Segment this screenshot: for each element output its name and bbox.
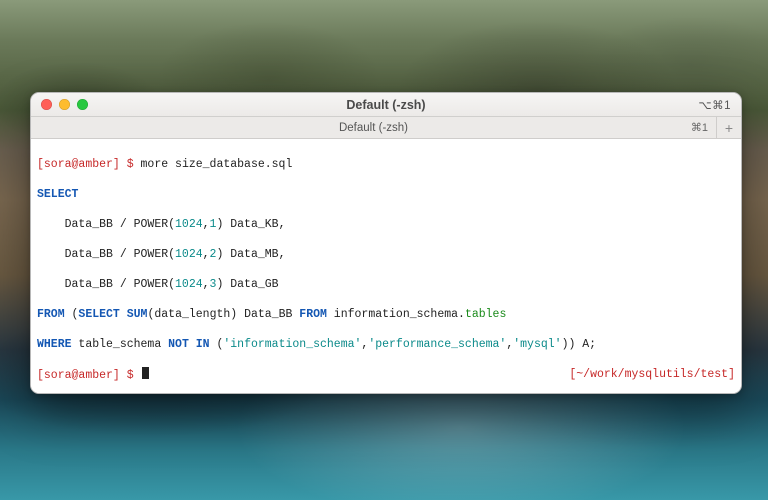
- traffic-lights: [31, 99, 88, 110]
- close-icon[interactable]: [41, 99, 52, 110]
- terminal-line: Data_BB / POWER(1024,1) Data_KB,: [37, 217, 735, 232]
- terminal-line: WHERE table_schema NOT IN ('information_…: [37, 337, 735, 352]
- terminal-line: [sora@amber] $ [~/work/mysqlutils/test]: [37, 367, 735, 383]
- terminal-viewport[interactable]: [sora@amber] $ more size_database.sql SE…: [31, 139, 741, 393]
- tab-default[interactable]: Default (-zsh) ⌘1: [31, 117, 717, 138]
- window-titlebar[interactable]: Default (-zsh) ⌥⌘1: [31, 93, 741, 117]
- cursor-block-icon: [142, 367, 149, 379]
- terminal-window: Default (-zsh) ⌥⌘1 Default (-zsh) ⌘1 + […: [30, 92, 742, 394]
- terminal-line: SELECT: [37, 187, 735, 202]
- window-title: Default (-zsh): [31, 98, 741, 112]
- terminal-line: Data_BB / POWER(1024,2) Data_MB,: [37, 247, 735, 262]
- tab-bar: Default (-zsh) ⌘1 +: [31, 117, 741, 139]
- new-tab-button[interactable]: +: [717, 117, 741, 138]
- terminal-line: FROM (SELECT SUM(data_length) Data_BB FR…: [37, 307, 735, 322]
- plus-icon: +: [725, 120, 733, 136]
- window-shortcut: ⌥⌘1: [698, 98, 731, 112]
- tab-shortcut: ⌘1: [691, 121, 708, 134]
- tab-label: Default (-zsh): [339, 122, 408, 134]
- zoom-icon[interactable]: [77, 99, 88, 110]
- terminal-line: [sora@amber] $ more size_database.sql: [37, 157, 735, 172]
- right-prompt: [~/work/mysqlutils/test]: [569, 367, 735, 383]
- terminal-line: Data_BB / POWER(1024,3) Data_GB: [37, 277, 735, 292]
- minimize-icon[interactable]: [59, 99, 70, 110]
